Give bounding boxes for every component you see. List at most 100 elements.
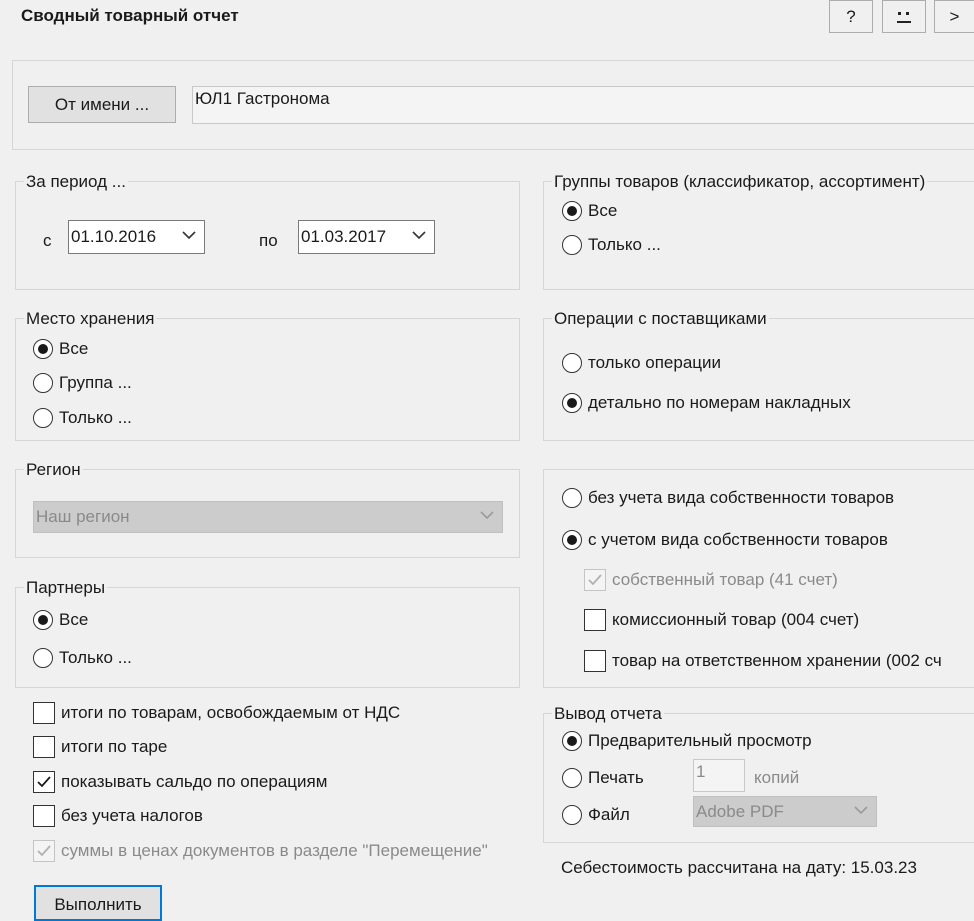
- storage-all-radio[interactable]: Все: [33, 336, 88, 362]
- commission-goods-label: комиссионный товар (004 счет): [612, 610, 860, 629]
- copies-label: копий: [754, 768, 800, 787]
- cost-date-note: Себестоимость рассчитана на дату: 15.03.…: [561, 858, 917, 877]
- chevron-down-icon: [412, 231, 426, 240]
- copies-field[interactable]: 1: [693, 759, 745, 792]
- output-print-label: Печать: [588, 768, 644, 787]
- help-label: ?: [846, 6, 856, 26]
- help-button[interactable]: ?: [829, 0, 873, 33]
- sender-button-label: От имени ...: [54, 94, 150, 114]
- output-file-label: Файл: [588, 805, 630, 824]
- period-from-value: 01.10.2016: [71, 227, 157, 246]
- period-legend: За период ...: [24, 172, 128, 192]
- vat-exempt-totals-checkbox[interactable]: итоги по товарам, освобождаемым от НДС: [33, 700, 400, 726]
- packaging-totals-checkbox[interactable]: итоги по таре: [33, 734, 167, 760]
- face-icon: [897, 11, 911, 23]
- partners-all-label: Все: [59, 610, 89, 629]
- checkmark-icon: [584, 569, 606, 591]
- period-from-date[interactable]: 01.10.2016: [68, 220, 205, 254]
- period-to-label: по: [259, 231, 278, 250]
- output-file-radio[interactable]: Файл: [562, 802, 630, 828]
- checkbox-empty-icon: [584, 650, 606, 672]
- storage-all-label: Все: [59, 339, 89, 358]
- radio-selected-icon: [562, 201, 582, 221]
- show-balance-label: показывать сальдо по операциям: [61, 772, 328, 791]
- sender-button[interactable]: От имени ...: [28, 86, 176, 123]
- show-balance-checkbox[interactable]: показывать сальдо по операциям: [33, 769, 327, 795]
- partners-legend: Партнеры: [24, 578, 108, 598]
- custody-goods-checkbox[interactable]: товар на ответственном хранении (002 сч: [584, 648, 942, 674]
- ownership-with-radio[interactable]: с учетом вида собственности товаров: [562, 527, 888, 553]
- ownership-with-label: с учетом вида собственности товаров: [588, 530, 888, 549]
- partners-only-label: Только ...: [59, 648, 132, 667]
- checkbox-empty-icon: [33, 805, 55, 827]
- radio-selected-icon: [33, 610, 53, 630]
- next-label: >: [949, 6, 960, 26]
- chevron-down-icon: [854, 805, 868, 814]
- partners-frame: [15, 587, 520, 688]
- packaging-totals-label: итоги по таре: [61, 737, 168, 756]
- radio-unselected-icon: [562, 353, 582, 373]
- supplier-ops-legend: Операции с поставщиками: [552, 309, 769, 329]
- checkbox-empty-icon: [33, 702, 55, 724]
- vat-exempt-totals-label: итоги по товарам, освобождаемым от НДС: [61, 703, 401, 722]
- period-to-date[interactable]: 01.03.2017: [298, 220, 435, 254]
- product-groups-only-radio[interactable]: Только ...: [562, 232, 661, 258]
- storage-legend: Место хранения: [24, 309, 157, 329]
- output-print-radio[interactable]: Печать: [562, 765, 644, 791]
- radio-unselected-icon: [562, 488, 582, 508]
- checkbox-empty-icon: [33, 736, 55, 758]
- file-format-select[interactable]: Adobe PDF: [693, 796, 877, 827]
- checkmark-icon: [33, 771, 55, 793]
- own-goods-label: собственный товар (41 счет): [612, 570, 838, 589]
- face-button[interactable]: [882, 0, 926, 33]
- radio-unselected-icon: [562, 235, 582, 255]
- storage-only-radio[interactable]: Только ...: [33, 405, 132, 431]
- ownership-without-label: без учета вида собственности товаров: [588, 488, 895, 507]
- product-groups-only-label: Только ...: [588, 235, 661, 254]
- partners-only-radio[interactable]: Только ...: [33, 645, 132, 671]
- radio-unselected-icon: [562, 768, 582, 788]
- custody-goods-label: товар на ответственном хранении (002 сч: [612, 651, 942, 670]
- checkbox-empty-icon: [584, 609, 606, 631]
- period-from-label: с: [43, 231, 52, 250]
- radio-selected-icon: [562, 731, 582, 751]
- region-select[interactable]: Наш регион: [33, 501, 503, 533]
- ownership-without-radio[interactable]: без учета вида собственности товаров: [562, 485, 894, 511]
- period-to-value: 01.03.2017: [301, 227, 387, 246]
- product-groups-all-radio[interactable]: Все: [562, 198, 617, 224]
- no-taxes-checkbox[interactable]: без учета налогов: [33, 803, 203, 829]
- checkmark-icon: [33, 840, 55, 862]
- product-groups-all-label: Все: [588, 201, 618, 220]
- next-button[interactable]: >: [934, 0, 974, 33]
- supplier-ops-detail-radio[interactable]: детально по номерам накладных: [562, 390, 851, 416]
- own-goods-checkbox[interactable]: собственный товар (41 счет): [584, 567, 838, 593]
- no-taxes-label: без учета налогов: [61, 806, 203, 825]
- radio-unselected-icon: [33, 648, 53, 668]
- region-value: Наш регион: [36, 507, 130, 526]
- radio-selected-icon: [562, 393, 582, 413]
- sender-field[interactable]: ЮЛ1 Гастронома: [192, 86, 974, 124]
- storage-group-label: Группа ...: [59, 373, 132, 392]
- radio-selected-icon: [562, 530, 582, 550]
- radio-unselected-icon: [33, 373, 53, 393]
- radio-selected-icon: [33, 339, 53, 359]
- commission-goods-checkbox[interactable]: комиссионный товар (004 счет): [584, 607, 859, 633]
- document-prices-checkbox[interactable]: суммы в ценах документов в разделе "Пере…: [33, 838, 488, 864]
- partners-all-radio[interactable]: Все: [33, 607, 88, 633]
- output-legend: Вывод отчета: [552, 704, 664, 724]
- document-prices-label: суммы в ценах документов в разделе "Пере…: [61, 841, 488, 860]
- chevron-down-icon: [182, 231, 196, 240]
- storage-group-radio[interactable]: Группа ...: [33, 370, 132, 396]
- output-preview-label: Предварительный просмотр: [588, 731, 812, 750]
- supplier-ops-only-radio[interactable]: только операции: [562, 350, 721, 376]
- run-button-label: Выполнить: [54, 895, 142, 914]
- supplier-ops-frame: [543, 318, 974, 441]
- output-preview-radio[interactable]: Предварительный просмотр: [562, 728, 812, 754]
- file-format-value: Adobe PDF: [696, 801, 784, 821]
- region-legend: Регион: [24, 460, 83, 480]
- report-title: Сводный товарный отчет: [21, 6, 239, 25]
- product-groups-legend: Группы товаров (классификатор, ассортиме…: [552, 172, 928, 192]
- chevron-down-icon: [480, 511, 494, 520]
- storage-only-label: Только ...: [59, 408, 132, 427]
- run-button[interactable]: Выполнить: [34, 885, 162, 921]
